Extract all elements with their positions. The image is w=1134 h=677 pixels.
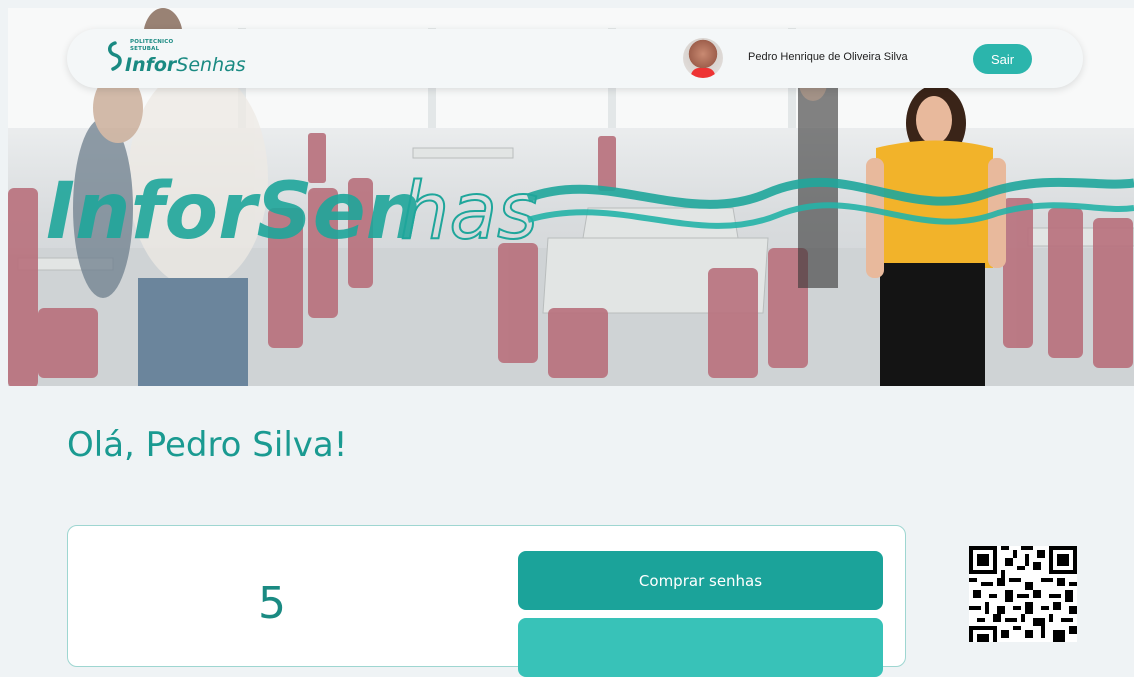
logo-institution: POLITECNICO SETUBAL (130, 39, 173, 53)
logo-bold: Infor (125, 54, 177, 76)
logout-button[interactable]: Sair (973, 44, 1032, 74)
ticket-count: 5 (258, 578, 286, 629)
avatar-shirt (691, 68, 715, 78)
brand-logo[interactable]: POLITECNICO SETUBAL InforSenhas (105, 35, 255, 83)
qr-code-graphic (969, 546, 1077, 642)
logo-line1: POLITECNICO (130, 39, 174, 45)
hero-brand-outline: has (400, 167, 538, 257)
user-avatar[interactable] (683, 38, 723, 78)
qr-code-icon[interactable] (969, 546, 1077, 642)
greeting-title: Olá, Pedro Silva! (67, 425, 348, 465)
buy-tickets-button[interactable]: Comprar senhas (518, 551, 883, 610)
logo-swirl-icon (108, 41, 122, 71)
logo-regular: Senhas (176, 54, 246, 76)
top-navbar: POLITECNICO SETUBAL InforSenhas Pedro He… (67, 29, 1083, 88)
hero-brand-bold: InforSen (46, 167, 421, 257)
user-name: Pedro Henrique de Oliveira Silva (748, 51, 908, 63)
logo-line2: SETUBAL (130, 46, 160, 52)
secondary-action-button[interactable] (518, 618, 883, 677)
ticket-card: 5 Comprar senhas (67, 525, 906, 677)
logo-wordmark: InforSenhas (125, 54, 246, 76)
